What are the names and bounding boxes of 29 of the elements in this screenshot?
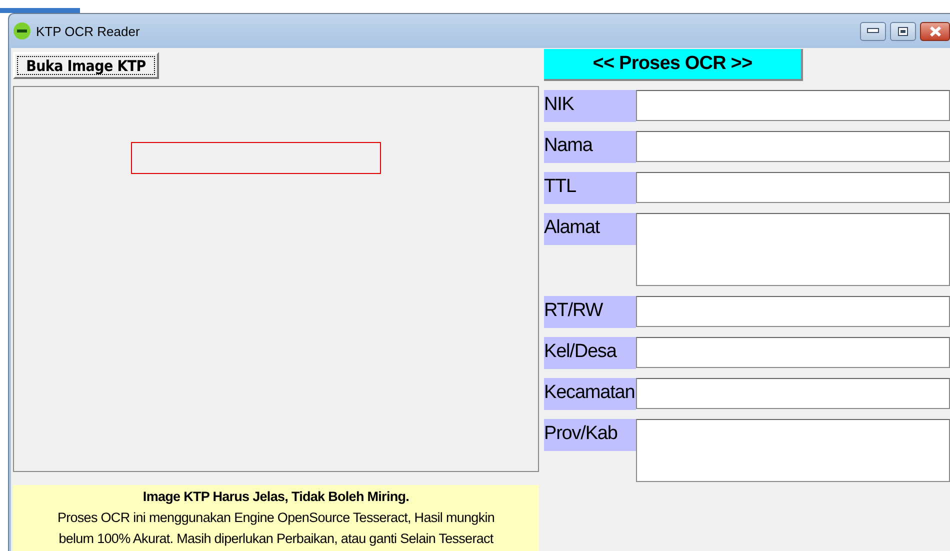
- field-label: RT/RW: [544, 296, 636, 328]
- field-label: Prov/Kab: [544, 419, 636, 451]
- text-field[interactable]: [636, 90, 950, 121]
- text-area[interactable]: [636, 213, 950, 286]
- text-field[interactable]: [636, 337, 950, 368]
- field-label: Kel/Desa: [544, 337, 636, 369]
- close-button[interactable]: [920, 22, 950, 40]
- process-ocr-button[interactable]: << Proses OCR >>: [544, 49, 803, 81]
- field-label: Nama: [544, 131, 636, 163]
- field-label: Kecamatan: [544, 378, 636, 410]
- minimize-button[interactable]: [860, 22, 886, 40]
- minimize-icon: [867, 28, 879, 34]
- text-field[interactable]: [636, 378, 950, 409]
- field-label: NIK: [544, 90, 636, 122]
- field-label: TTL: [544, 172, 636, 204]
- field-label: Alamat: [544, 213, 636, 245]
- note-heading: Image KTP Harus Jelas, Tidak Boleh Miring.: [142, 488, 410, 506]
- text-field[interactable]: [636, 131, 950, 162]
- app-logo-icon: [13, 22, 31, 40]
- maximize-icon: [898, 26, 908, 36]
- note-text: Proses OCR ini menggunakan Engine OpenSource Tesseract, Hasil mungkin: [56, 509, 496, 527]
- text-field[interactable]: [636, 172, 950, 203]
- close-icon: [928, 26, 942, 36]
- open-image-button[interactable]: Buka Image KTP: [13, 52, 159, 79]
- maximize-button[interactable]: [890, 22, 916, 40]
- note-text: belum 100% Akurat. Masih diperlukan Perbaikan, atau ganti Selain Tesseract: [58, 530, 494, 548]
- text-area[interactable]: [636, 419, 950, 482]
- window-title: KTP OCR Reader: [36, 24, 141, 38]
- text-field[interactable]: [636, 296, 950, 327]
